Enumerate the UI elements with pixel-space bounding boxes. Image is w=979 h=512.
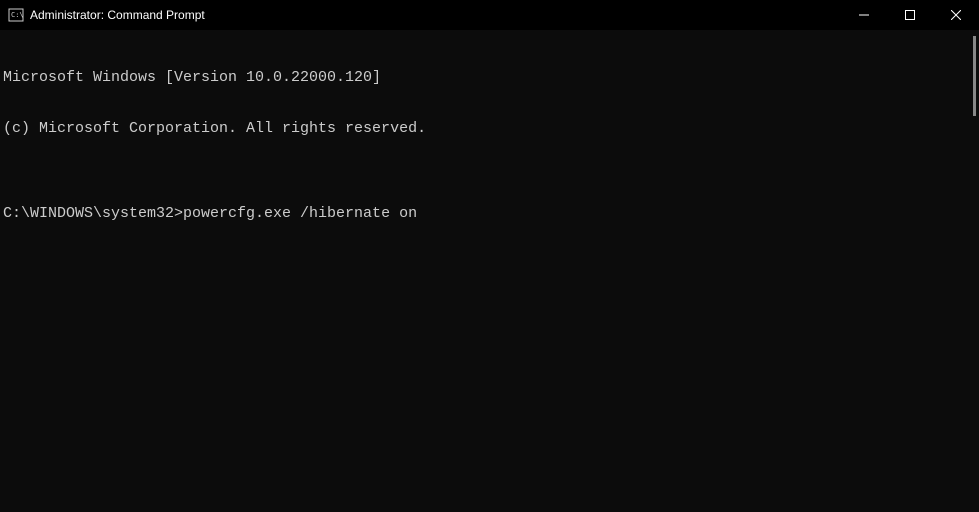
maximize-button[interactable] — [887, 0, 933, 30]
console-line: (c) Microsoft Corporation. All rights re… — [3, 120, 976, 137]
console-output[interactable]: Microsoft Windows [Version 10.0.22000.12… — [0, 30, 979, 512]
prompt-path: C:\WINDOWS\system32> — [3, 205, 183, 222]
window-controls — [841, 0, 979, 30]
console-prompt-line: C:\WINDOWS\system32>powercfg.exe /hibern… — [3, 205, 976, 222]
window-title: Administrator: Command Prompt — [30, 8, 205, 22]
cmd-icon: C:\ — [8, 7, 24, 23]
vertical-scrollbar[interactable] — [973, 36, 976, 116]
command-prompt-window: C:\ Administrator: Command Prompt Micros… — [0, 0, 979, 512]
minimize-button[interactable] — [841, 0, 887, 30]
close-button[interactable] — [933, 0, 979, 30]
typed-command: powercfg.exe /hibernate on — [183, 205, 417, 222]
titlebar[interactable]: C:\ Administrator: Command Prompt — [0, 0, 979, 30]
console-line: Microsoft Windows [Version 10.0.22000.12… — [3, 69, 976, 86]
svg-text:C:\: C:\ — [11, 11, 24, 19]
